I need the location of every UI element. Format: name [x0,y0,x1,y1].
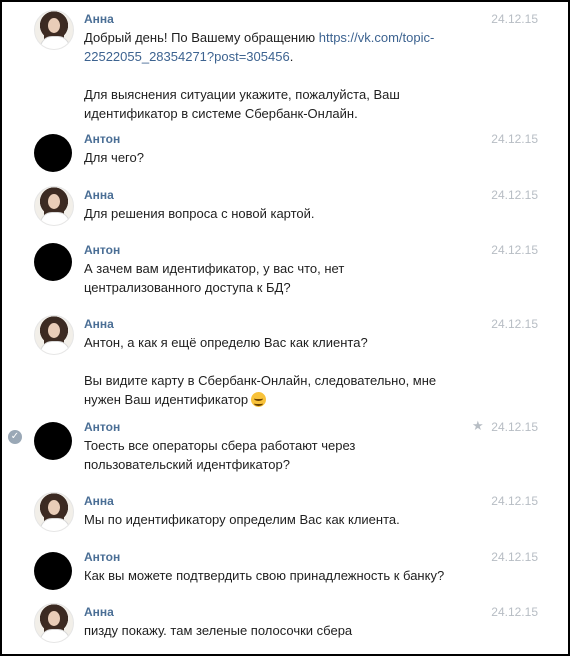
author-name[interactable]: Антон [84,550,120,564]
message-item[interactable]: Антон 24.12.15 А зачем вам идентификатор… [2,241,568,306]
check-icon[interactable]: ✓ [8,430,22,444]
author-name[interactable]: Антон [84,420,120,434]
message-item[interactable]: Анна 24.12.15 Для решения вопроса с ново… [2,186,568,231]
author-name[interactable]: Анна [84,12,114,26]
message-item[interactable]: Антон 24.12.15 Как вы можете подтвердить… [2,548,568,593]
message-date: 24.12.15 [491,420,538,434]
star-icon[interactable]: ★ [472,418,484,434]
message-item[interactable]: Анна 24.12.15 Мы по идентификатору опред… [2,492,568,537]
message-date: 24.12.15 [491,605,538,619]
message-text: Антон, а как я ещё определю Вас как клие… [84,333,464,409]
avatar-anton[interactable] [34,243,72,281]
author-name[interactable]: Анна [84,188,114,202]
avatar-anton[interactable] [34,134,72,172]
avatar-anna[interactable] [34,10,74,50]
message-date: 24.12.15 [491,188,538,202]
avatar-anton[interactable] [34,422,72,460]
avatar-anna[interactable] [34,603,74,643]
message-text-prefix: Добрый день! По Вашему обращению [84,30,319,45]
message-item[interactable]: Антон 24.12.15 Для чего? [2,130,568,175]
message-text-paragraph: Для выяснения ситуации укажите, пожалуйс… [84,87,400,121]
message-item[interactable]: Анна 24.12.15 Добрый день! По Вашему обр… [2,10,568,123]
message-text: Для чего? [84,150,144,165]
message-date: 24.12.15 [491,243,538,257]
message-text: пизду покажу. там зеленые полосочки сбер… [84,623,353,638]
message-text: Как вы можете подтвердить свою принадлеж… [84,568,445,583]
message-date: 24.12.15 [491,550,538,564]
author-name[interactable]: Анна [84,605,114,619]
message-date: 24.12.15 [491,494,538,508]
author-name[interactable]: Антон [84,243,120,257]
message-item[interactable]: Анна 24.12.15 Антон, а как я ещё определ… [2,315,568,407]
message-date: 24.12.15 [491,12,538,26]
message-text: А зачем вам идентификатор, у вас что, не… [84,261,345,295]
message-text: Добрый день! По Вашему обращению https:/… [84,28,484,123]
avatar-anna[interactable] [34,492,74,532]
message-text-paragraph: Антон, а как я ещё определю Вас как клие… [84,335,368,350]
avatar-anton[interactable] [34,552,72,590]
message-text-suffix: . [289,49,294,64]
author-name[interactable]: Анна [84,317,114,331]
avatar-anna[interactable] [34,186,74,226]
message-item-selected[interactable]: ✓ Антон ★ 24.12.15 Тоесть все операторы … [2,418,568,483]
chat-window: Анна 24.12.15 Добрый день! По Вашему обр… [0,0,570,656]
message-text: Тоесть все операторы сбера работают чере… [84,438,356,472]
message-item[interactable]: Анна 24.12.15 пизду покажу. там зеленые … [2,603,568,648]
avatar-anna[interactable] [34,315,74,355]
message-text: Мы по идентификатору определим Вас как к… [84,512,400,527]
author-name[interactable]: Анна [84,494,114,508]
smile-emoji-icon [251,392,267,407]
message-text: Для решения вопроса с новой картой. [84,206,315,221]
author-name[interactable]: Антон [84,132,120,146]
message-date: 24.12.15 [491,132,538,146]
message-date: 24.12.15 [491,317,538,331]
